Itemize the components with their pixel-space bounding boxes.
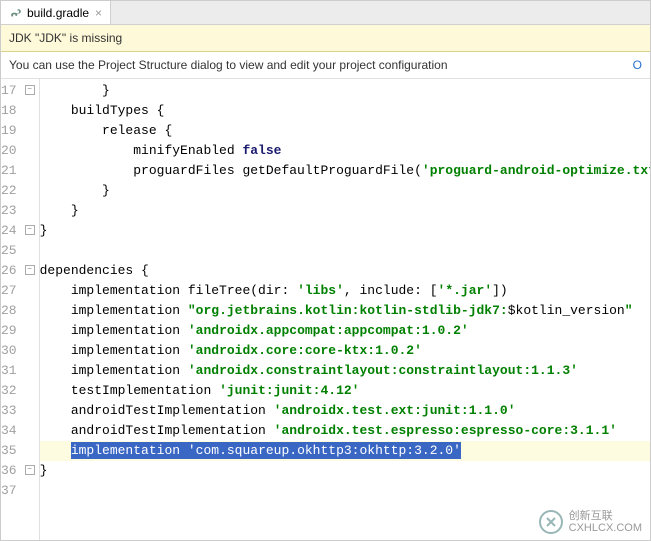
code-line [40, 481, 650, 501]
hint-text: You can use the Project Structure dialog… [9, 58, 448, 72]
line-number: 30 [1, 343, 17, 358]
line-number: 34 [1, 423, 17, 438]
line-number: 17 [1, 83, 17, 98]
code-line: dependencies { [40, 261, 650, 281]
editor-tabs: build.gradle × [1, 1, 650, 25]
line-number: 28 [1, 303, 17, 318]
fold-icon[interactable]: − [25, 225, 35, 235]
line-number: 18 [1, 103, 17, 118]
code-line: } [40, 81, 650, 101]
line-number: 36 [1, 463, 17, 478]
line-number: 20 [1, 143, 17, 158]
code-area[interactable]: } buildTypes { release { minifyEnabled f… [40, 79, 650, 540]
line-number: 26 [1, 263, 17, 278]
line-number: 24 [1, 223, 17, 238]
code-line: buildTypes { [40, 101, 650, 121]
code-line: minifyEnabled false [40, 141, 650, 161]
code-line: implementation "org.jetbrains.kotlin:kot… [40, 301, 650, 321]
line-number: 33 [1, 403, 17, 418]
hint-action[interactable]: O [633, 58, 642, 72]
line-number: 22 [1, 183, 17, 198]
code-line: androidTestImplementation 'androidx.test… [40, 401, 650, 421]
warning-bar: JDK "JDK" is missing [1, 25, 650, 52]
code-line: implementation 'androidx.core:core-ktx:1… [40, 341, 650, 361]
code-line: implementation 'androidx.appcompat:appco… [40, 321, 650, 341]
code-line: proguardFiles getDefaultProguardFile('pr… [40, 161, 650, 181]
gradle-icon [9, 6, 23, 20]
line-number: 29 [1, 323, 17, 338]
code-line [40, 241, 650, 261]
code-line: } [40, 201, 650, 221]
ide-window: build.gradle × JDK "JDK" is missing You … [0, 0, 651, 541]
fold-icon[interactable]: − [25, 265, 35, 275]
watermark-icon [539, 510, 563, 534]
tab-build-gradle[interactable]: build.gradle × [1, 1, 111, 24]
code-line: implementation fileTree(dir: 'libs', inc… [40, 281, 650, 301]
warning-text: JDK "JDK" is missing [9, 31, 122, 45]
line-number: 32 [1, 383, 17, 398]
line-number: 31 [1, 363, 17, 378]
code-line: testImplementation 'junit:junit:4.12' [40, 381, 650, 401]
line-number: 27 [1, 283, 17, 298]
hint-bar: You can use the Project Structure dialog… [1, 52, 650, 79]
line-number: 25 [1, 243, 17, 258]
line-gutter: 17− 18 19 20 21 22 23 24− 25 26− 27 28 2… [1, 79, 40, 540]
code-line-selected: implementation 'com.squareup.okhttp3:okh… [40, 441, 650, 461]
code-line: androidTestImplementation 'androidx.test… [40, 421, 650, 441]
close-icon[interactable]: × [95, 7, 102, 19]
code-editor[interactable]: 17− 18 19 20 21 22 23 24− 25 26− 27 28 2… [1, 79, 650, 540]
line-number: 23 [1, 203, 17, 218]
line-number: 35 [1, 443, 17, 458]
fold-icon[interactable]: − [25, 465, 35, 475]
code-line: release { [40, 121, 650, 141]
watermark: 创新互联 CXHLCX.COM [539, 510, 642, 534]
code-line: } [40, 461, 650, 481]
line-number: 19 [1, 123, 17, 138]
code-line: } [40, 181, 650, 201]
line-number: 37 [1, 483, 17, 498]
line-number: 21 [1, 163, 17, 178]
watermark-line2: CXHLCX.COM [569, 522, 642, 534]
fold-icon[interactable]: − [25, 85, 35, 95]
watermark-line1: 创新互联 [569, 510, 642, 522]
code-line: } [40, 221, 650, 241]
code-line: implementation 'androidx.constraintlayou… [40, 361, 650, 381]
tab-label: build.gradle [27, 6, 89, 20]
